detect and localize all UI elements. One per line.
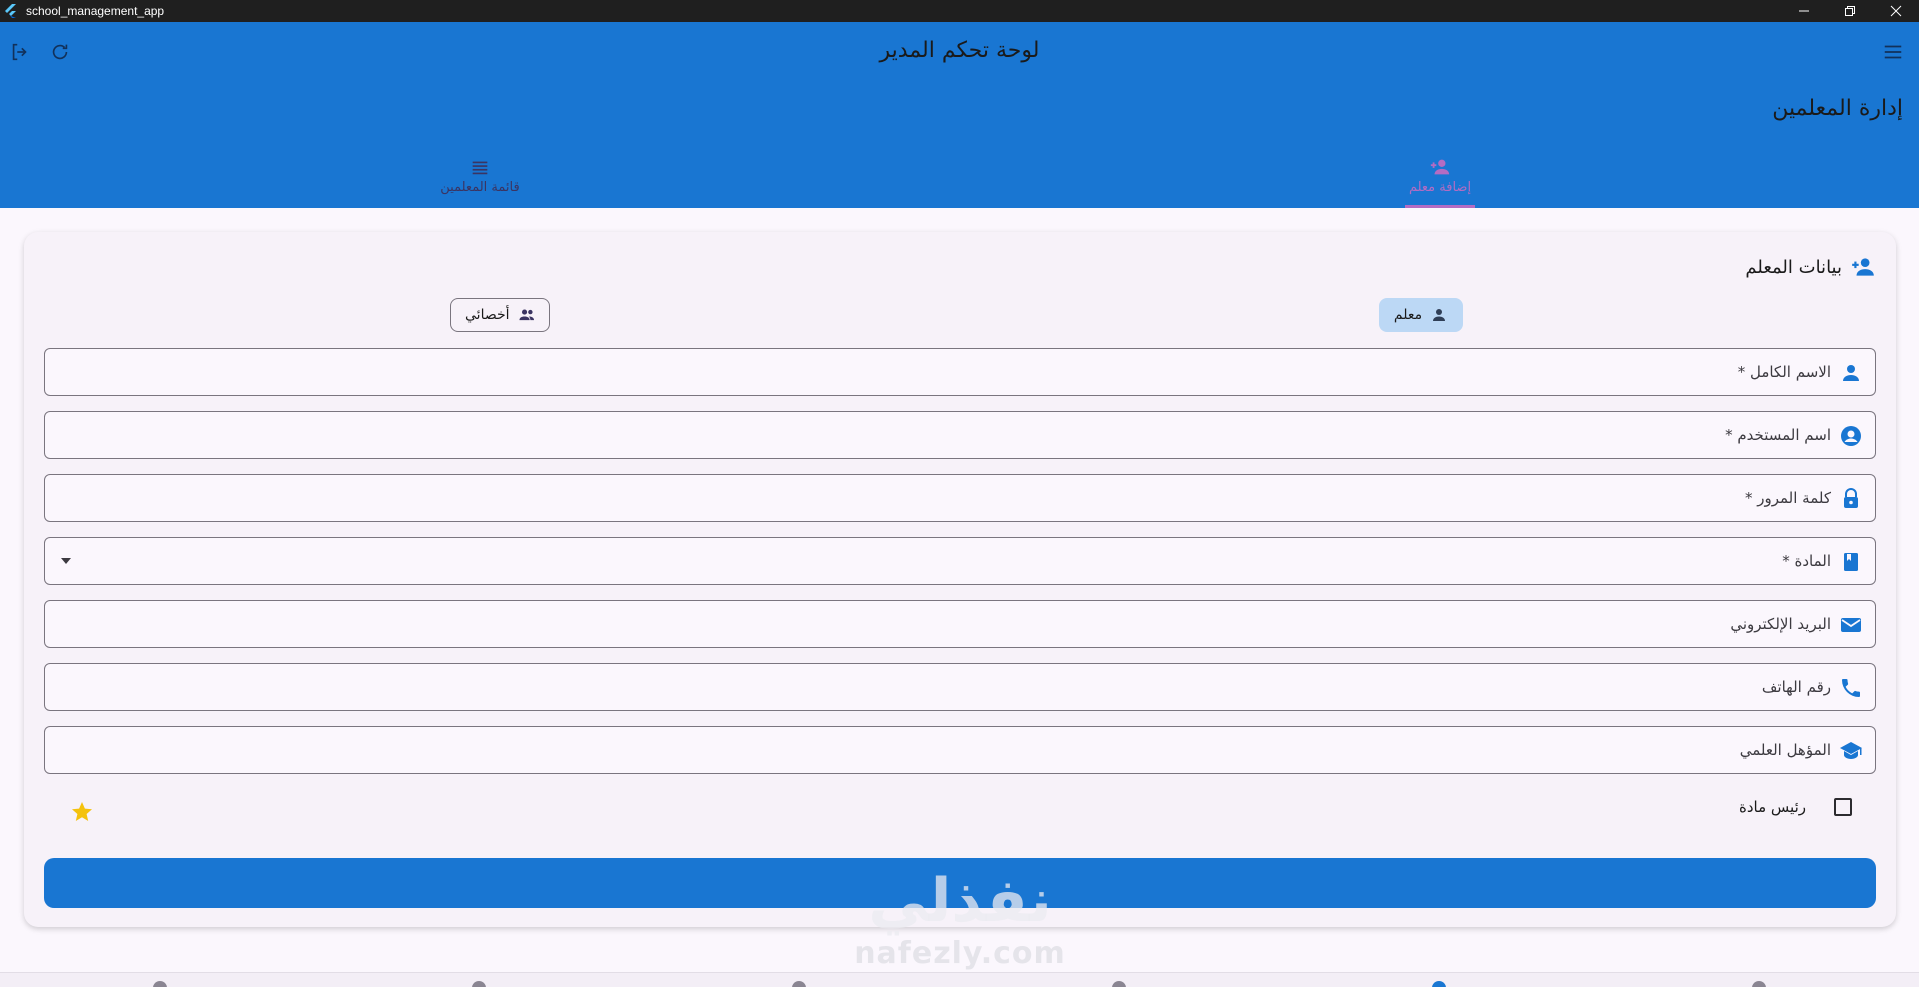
person-add-icon <box>1852 258 1874 276</box>
app-bar: لوحة تحكم المدير إدارة المعلمين إضافة مع… <box>0 22 1919 208</box>
field-label: المؤهل العلمي <box>1739 741 1831 759</box>
full-name-field[interactable]: الاسم الكامل * <box>44 348 1876 396</box>
tab-label: قائمة المعلمين <box>440 179 520 195</box>
person-add-icon <box>1430 159 1450 174</box>
account-circle-icon <box>1839 424 1863 448</box>
menu-icon <box>1884 45 1902 59</box>
card-title: بيانات المعلم <box>1745 256 1842 278</box>
restore-button[interactable] <box>1827 0 1873 22</box>
subject-head-checkbox[interactable] <box>1834 798 1852 816</box>
submit-button[interactable] <box>44 858 1876 908</box>
star-icon <box>72 802 92 821</box>
tab-bar: إضافة معلم قائمة المعلمين <box>0 142 1919 208</box>
book-icon <box>1839 550 1863 574</box>
nav-item-icon[interactable] <box>472 981 486 987</box>
email-field[interactable]: البريد الإلكتروني <box>44 600 1876 648</box>
close-icon <box>1890 5 1902 17</box>
chevron-down-icon[interactable] <box>61 558 71 564</box>
people-icon <box>518 309 534 321</box>
teacher-form-card: بيانات المعلم معلم أخصائي الاسم الكامل *… <box>24 232 1896 927</box>
minimize-icon <box>1799 10 1809 12</box>
list-icon <box>472 161 488 174</box>
email-icon <box>1839 613 1863 637</box>
window-title: school_management_app <box>26 4 165 18</box>
phone-icon <box>1839 676 1863 700</box>
field-label: البريد الإلكتروني <box>1730 615 1831 633</box>
tab-add-teacher[interactable]: إضافة معلم <box>1405 142 1475 208</box>
field-label: المادة * <box>1782 552 1831 570</box>
bottom-navigation <box>0 972 1919 987</box>
tab-indicator <box>1405 205 1475 208</box>
lock-icon <box>1839 487 1863 511</box>
field-label: رقم الهاتف <box>1761 678 1831 696</box>
qualification-field[interactable]: المؤهل العلمي <box>44 726 1876 774</box>
subject-dropdown[interactable]: المادة * <box>44 537 1876 585</box>
password-field[interactable]: كلمة المرور * <box>44 474 1876 522</box>
page-title: لوحة تحكم المدير <box>879 38 1040 63</box>
flutter-logo-icon <box>5 4 16 18</box>
person-icon <box>1433 309 1446 321</box>
section-title: إدارة المعلمين <box>1772 96 1903 121</box>
nav-item-icon[interactable] <box>1432 981 1446 987</box>
nav-item-icon[interactable] <box>1112 981 1126 987</box>
chip-label: أخصائي <box>465 307 510 323</box>
username-field[interactable]: اسم المستخدم * <box>44 411 1876 459</box>
person-icon <box>1839 361 1863 385</box>
tab-label: إضافة معلم <box>1408 179 1472 195</box>
role-chip-specialist[interactable]: أخصائي <box>450 298 550 332</box>
field-label: اسم المستخدم * <box>1725 426 1831 444</box>
nav-item-icon[interactable] <box>153 981 167 987</box>
field-label: كلمة المرور * <box>1744 489 1831 507</box>
chip-label: معلم <box>1393 307 1423 323</box>
restore-icon <box>1845 6 1855 16</box>
minimize-button[interactable] <box>1781 0 1827 22</box>
tab-teacher-list[interactable]: قائمة المعلمين <box>430 142 530 208</box>
window-controls <box>1781 0 1919 22</box>
field-label: الاسم الكامل * <box>1737 363 1831 381</box>
school-icon <box>1839 739 1863 763</box>
watermark-latin: nafezly.com <box>854 936 1066 971</box>
phone-field[interactable]: رقم الهاتف <box>44 663 1876 711</box>
nav-item-icon[interactable] <box>1752 981 1766 987</box>
close-button[interactable] <box>1873 0 1919 22</box>
card-header: بيانات المعلم <box>1745 254 1876 280</box>
subject-head-row: رئيس مادة <box>1739 798 1876 816</box>
checkbox-label: رئيس مادة <box>1739 798 1806 816</box>
menu-button[interactable] <box>1879 38 1907 66</box>
nav-item-icon[interactable] <box>792 981 806 987</box>
role-chip-teacher[interactable]: معلم <box>1379 298 1463 332</box>
window-titlebar: school_management_app <box>0 0 1919 22</box>
